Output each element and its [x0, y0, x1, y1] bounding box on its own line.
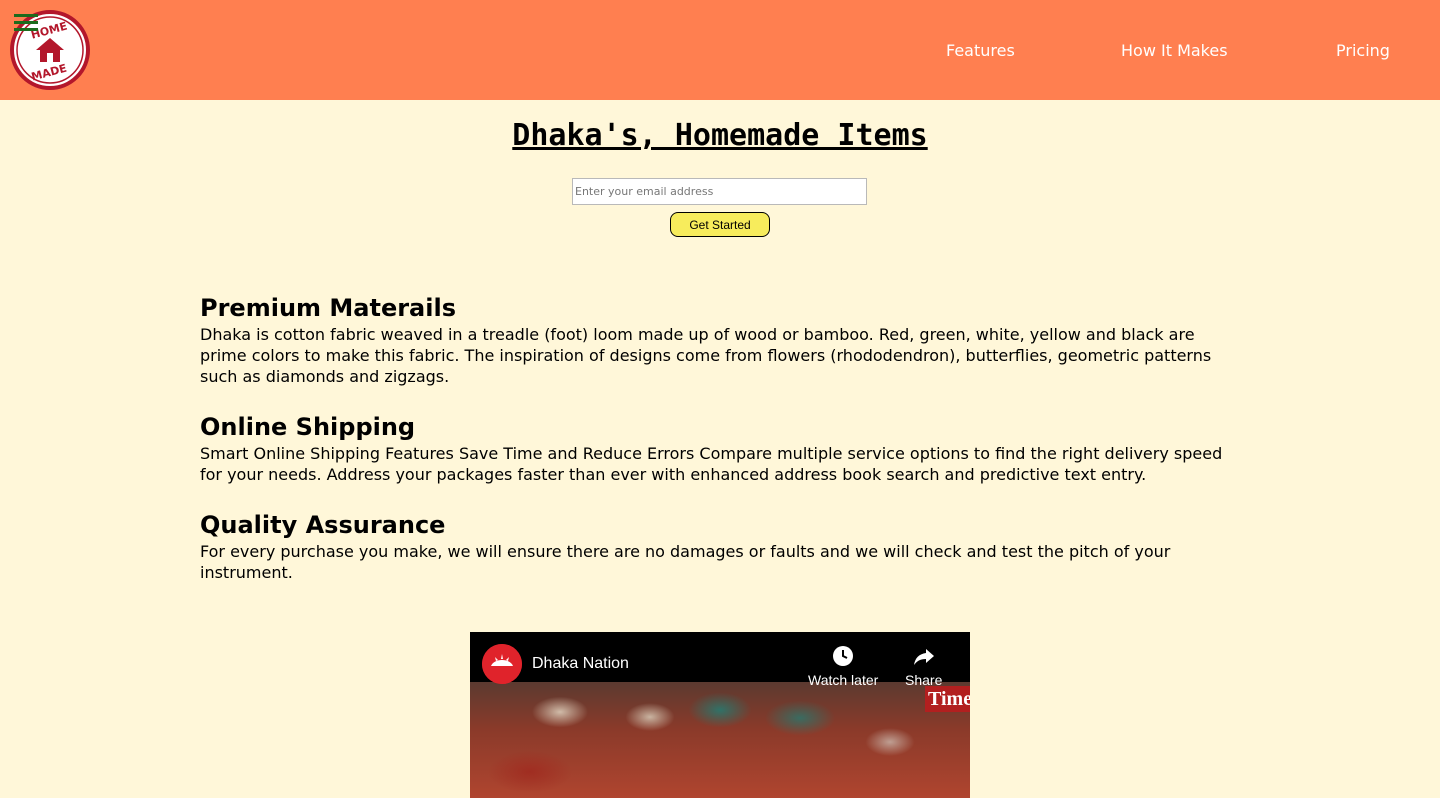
clock-icon — [833, 646, 854, 666]
get-started-button[interactable]: Get Started — [670, 212, 770, 237]
feature-text-online-shipping: Smart Online Shipping Features Save Time… — [200, 444, 1223, 484]
share-button[interactable]: Share — [905, 644, 942, 688]
page-title: Dhaka's, Homemade Items — [512, 118, 928, 153]
watch-later-label: Watch later — [808, 672, 879, 688]
nav-link-how-it-makes[interactable]: How It Makes — [1121, 41, 1228, 60]
video-channel-title[interactable]: Dhaka Nation — [532, 655, 629, 673]
channel-logo[interactable] — [482, 644, 522, 684]
watch-later-button[interactable]: Watch later — [808, 644, 878, 688]
feature-title-quality-assurance: Quality Assurance — [200, 511, 446, 539]
site-header: HOME MADE Features How It Makes Pricing — [0, 0, 1440, 100]
feature-text-premium-materials: Dhaka is cotton fabric weaved in a tread… — [200, 325, 1212, 386]
nav-link-features[interactable]: Features — [946, 41, 1015, 60]
feature-title-premium-materials: Premium Materails — [200, 294, 456, 322]
feature-title-online-shipping: Online Shipping — [200, 413, 416, 441]
feature-text-quality-assurance: For every purchase you make, we will ens… — [200, 542, 1171, 582]
hamburger-menu-icon[interactable] — [14, 12, 40, 34]
times-watermark: Time — [925, 686, 970, 712]
share-arrow-icon — [913, 649, 934, 665]
email-input[interactable] — [572, 178, 867, 205]
video-thumbnail[interactable] — [470, 682, 970, 798]
nav-link-pricing[interactable]: Pricing — [1336, 41, 1390, 60]
video-player[interactable]: Dhaka Nation Watch later Share Time — [470, 632, 970, 798]
